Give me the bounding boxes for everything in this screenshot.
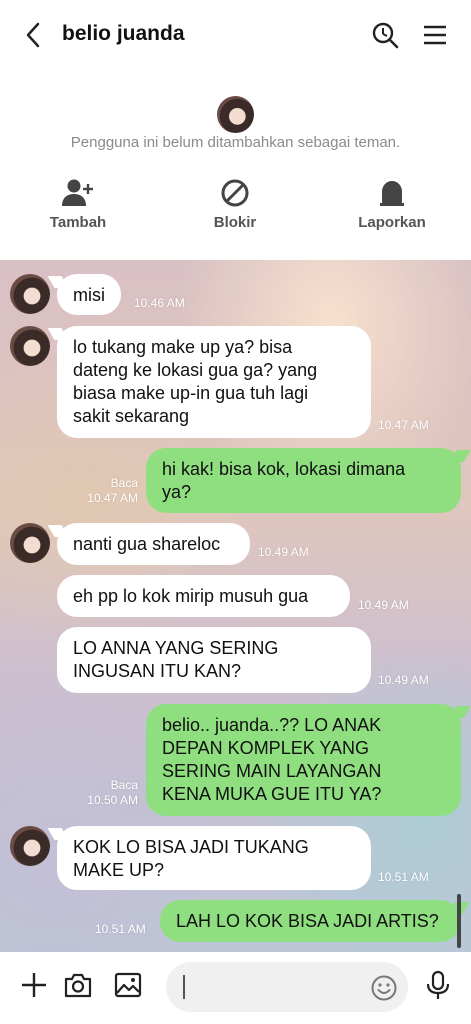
- outgoing-message[interactable]: hi kak! bisa kok, lokasi dimana ya?: [146, 448, 461, 513]
- add-friend-icon: [62, 179, 93, 206]
- add-friend-button[interactable]: Tambah: [23, 178, 133, 231]
- chat-header: belio juanda: [0, 0, 471, 70]
- text-cursor: [183, 975, 185, 999]
- menu-icon[interactable]: [420, 20, 450, 50]
- add-friend-label: Tambah: [49, 214, 107, 231]
- incoming-message[interactable]: lo tukang make up ya? bisa dateng ke lok…: [57, 326, 371, 438]
- message-composer-bar: [0, 952, 471, 1024]
- message-time: 10.49 AM: [258, 545, 309, 559]
- incoming-message[interactable]: nanti gua shareloc: [57, 523, 250, 565]
- outgoing-message[interactable]: belio.. juanda..?? LO ANAK DEPAN KOMPLEK…: [146, 704, 461, 816]
- sender-avatar[interactable]: [10, 274, 50, 314]
- chat-scrollbar[interactable]: [457, 894, 461, 948]
- microphone-icon[interactable]: [423, 970, 453, 1000]
- search-icon[interactable]: [370, 20, 400, 50]
- incoming-message[interactable]: KOK LO BISA JADI TUKANG MAKE UP?: [57, 826, 371, 890]
- message-time: 10.51 AM: [95, 922, 146, 936]
- gallery-icon[interactable]: [113, 970, 143, 1000]
- block-label: Blokir: [213, 214, 257, 231]
- chat-message-area[interactable]: misi 10.46 AM lo tukang make up ya? bisa…: [0, 260, 471, 952]
- camera-icon[interactable]: [63, 970, 93, 1000]
- read-receipt: Baca 10.47 AM: [80, 476, 138, 506]
- report-label: Laporkan: [358, 214, 426, 231]
- not-friend-notice: Pengguna ini belum ditambahkan sebagai t…: [70, 134, 401, 151]
- outgoing-message[interactable]: LAH LO KOK BISA JADI ARTIS?: [160, 900, 460, 942]
- message-input[interactable]: [166, 962, 408, 1012]
- sender-avatar[interactable]: [10, 826, 50, 866]
- incoming-message[interactable]: misi: [57, 274, 121, 315]
- read-label: Baca: [110, 778, 138, 792]
- back-arrow-icon[interactable]: [22, 20, 46, 50]
- message-time: 10.50 AM: [87, 793, 138, 807]
- sender-avatar[interactable]: [10, 326, 50, 366]
- message-time: 10.47 AM: [378, 418, 429, 432]
- message-time: 10.47 AM: [87, 491, 138, 505]
- incoming-message[interactable]: LO ANNA YANG SERING INGUSAN ITU KAN?: [57, 627, 371, 693]
- emoji-icon[interactable]: [370, 974, 398, 1002]
- block-icon: [221, 179, 249, 207]
- sender-avatar[interactable]: [10, 523, 50, 563]
- read-label: Baca: [110, 476, 138, 490]
- message-time: 10.51 AM: [378, 870, 429, 884]
- incoming-message[interactable]: eh pp lo kok mirip musuh gua: [57, 575, 350, 617]
- plus-icon[interactable]: [19, 970, 49, 1000]
- message-time: 10.46 AM: [134, 296, 185, 310]
- chat-title[interactable]: belio juanda: [62, 22, 185, 46]
- report-icon: [380, 181, 404, 206]
- read-receipt: Baca 10.50 AM: [80, 778, 138, 808]
- message-time: 10.49 AM: [378, 673, 429, 687]
- message-time: 10.49 AM: [358, 598, 409, 612]
- stranger-profile-panel: Pengguna ini belum ditambahkan sebagai t…: [0, 70, 471, 260]
- report-button[interactable]: Laporkan: [337, 178, 447, 231]
- block-button[interactable]: Blokir: [180, 178, 290, 231]
- profile-avatar[interactable]: [217, 96, 254, 133]
